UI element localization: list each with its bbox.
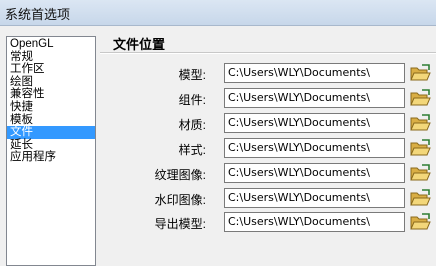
file-location-row: 材质: C:\Users\WLY\Documents\ — [0, 113, 436, 135]
file-location-row: 模型: C:\Users\WLY\Documents\ — [0, 63, 436, 85]
row-label: 纹理图像: — [154, 168, 206, 182]
path-field-materials[interactable]: C:\Users\WLY\Documents\ — [224, 113, 405, 133]
row-label: 组件: — [178, 93, 206, 107]
browse-button-texture-images[interactable] — [409, 164, 431, 182]
section-divider — [100, 52, 436, 54]
path-field-models[interactable]: C:\Users\WLY\Documents\ — [224, 63, 405, 83]
title-bar: 系统首选项 — [0, 0, 436, 26]
path-field-export-models[interactable]: C:\Users\WLY\Documents\ — [224, 212, 405, 232]
file-location-row: 水印图像: C:\Users\WLY\Documents\ — [0, 188, 436, 210]
browse-button-watermark-images[interactable] — [409, 189, 431, 207]
folder-open-icon — [409, 89, 431, 107]
file-location-row: 导出模型: C:\Users\WLY\Documents\ — [0, 212, 436, 234]
path-field-components[interactable]: C:\Users\WLY\Documents\ — [224, 88, 405, 108]
path-field-watermark-images[interactable]: C:\Users\WLY\Documents\ — [224, 188, 405, 208]
folder-open-icon — [409, 213, 431, 231]
nav-item-general[interactable]: 常规 — [7, 51, 95, 64]
folder-open-icon — [409, 114, 431, 132]
row-label: 样式: — [178, 143, 206, 157]
folder-open-icon — [409, 189, 431, 207]
folder-open-icon — [409, 64, 431, 82]
folder-open-icon — [409, 164, 431, 182]
section-title: 文件位置 — [113, 37, 166, 52]
file-location-row: 组件: C:\Users\WLY\Documents\ — [0, 88, 436, 110]
row-label: 模型: — [178, 68, 206, 82]
row-label: 水印图像: — [154, 193, 206, 207]
file-location-row: 纹理图像: C:\Users\WLY\Documents\ — [0, 163, 436, 185]
path-field-texture-images[interactable]: C:\Users\WLY\Documents\ — [224, 163, 405, 183]
browse-button-styles[interactable] — [409, 139, 431, 157]
window-title: 系统首选项 — [5, 7, 71, 22]
row-label: 导出模型: — [154, 217, 206, 231]
folder-open-icon — [409, 139, 431, 157]
nav-item-opengl[interactable]: OpenGL — [7, 38, 95, 51]
browse-button-export-models[interactable] — [409, 213, 431, 231]
file-location-row: 样式: C:\Users\WLY\Documents\ — [0, 138, 436, 160]
path-field-styles[interactable]: C:\Users\WLY\Documents\ — [224, 138, 405, 158]
browse-button-materials[interactable] — [409, 114, 431, 132]
browse-button-components[interactable] — [409, 89, 431, 107]
browse-button-models[interactable] — [409, 64, 431, 82]
row-label: 材质: — [178, 118, 206, 132]
